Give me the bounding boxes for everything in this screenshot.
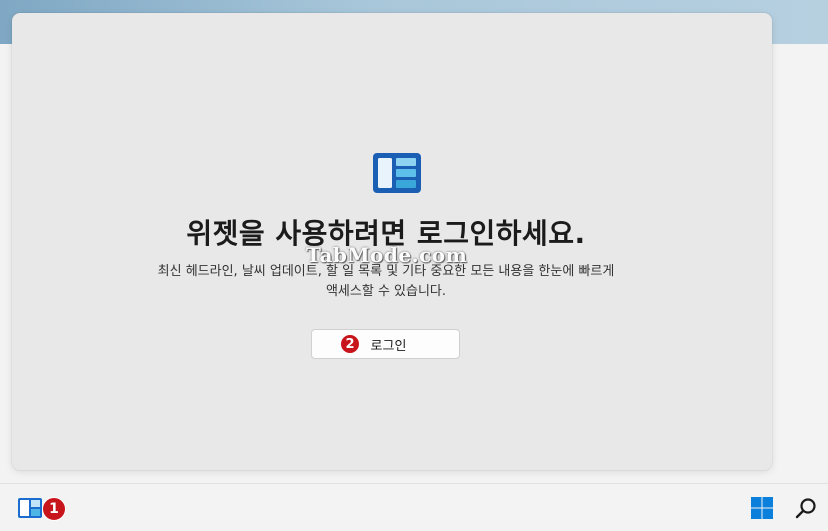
taskbar: 1: [0, 483, 828, 531]
login-button-label: 로그인: [370, 338, 407, 354]
widgets-panel: 위젯을 사용하려면 로그인하세요. 최신 헤드라인, 날씨 업데이트, 할 일 …: [12, 13, 772, 470]
description-line-2: 액세스할 수 있습니다.: [325, 284, 447, 299]
login-button[interactable]: 2 로그인: [311, 329, 460, 359]
windows-start-icon[interactable]: [750, 496, 774, 520]
step-badge-2: 2: [340, 334, 360, 354]
search-icon[interactable]: [794, 496, 818, 520]
panel-description: 최신 헤드라인, 날씨 업데이트, 할 일 목록 및 기타 중요한 모든 내용을…: [116, 262, 656, 302]
widgets-icon[interactable]: [16, 496, 44, 520]
step-badge-1: 1: [42, 497, 66, 521]
widgets-app-icon: [373, 153, 421, 193]
watermark: TabMode.com: [306, 243, 468, 267]
